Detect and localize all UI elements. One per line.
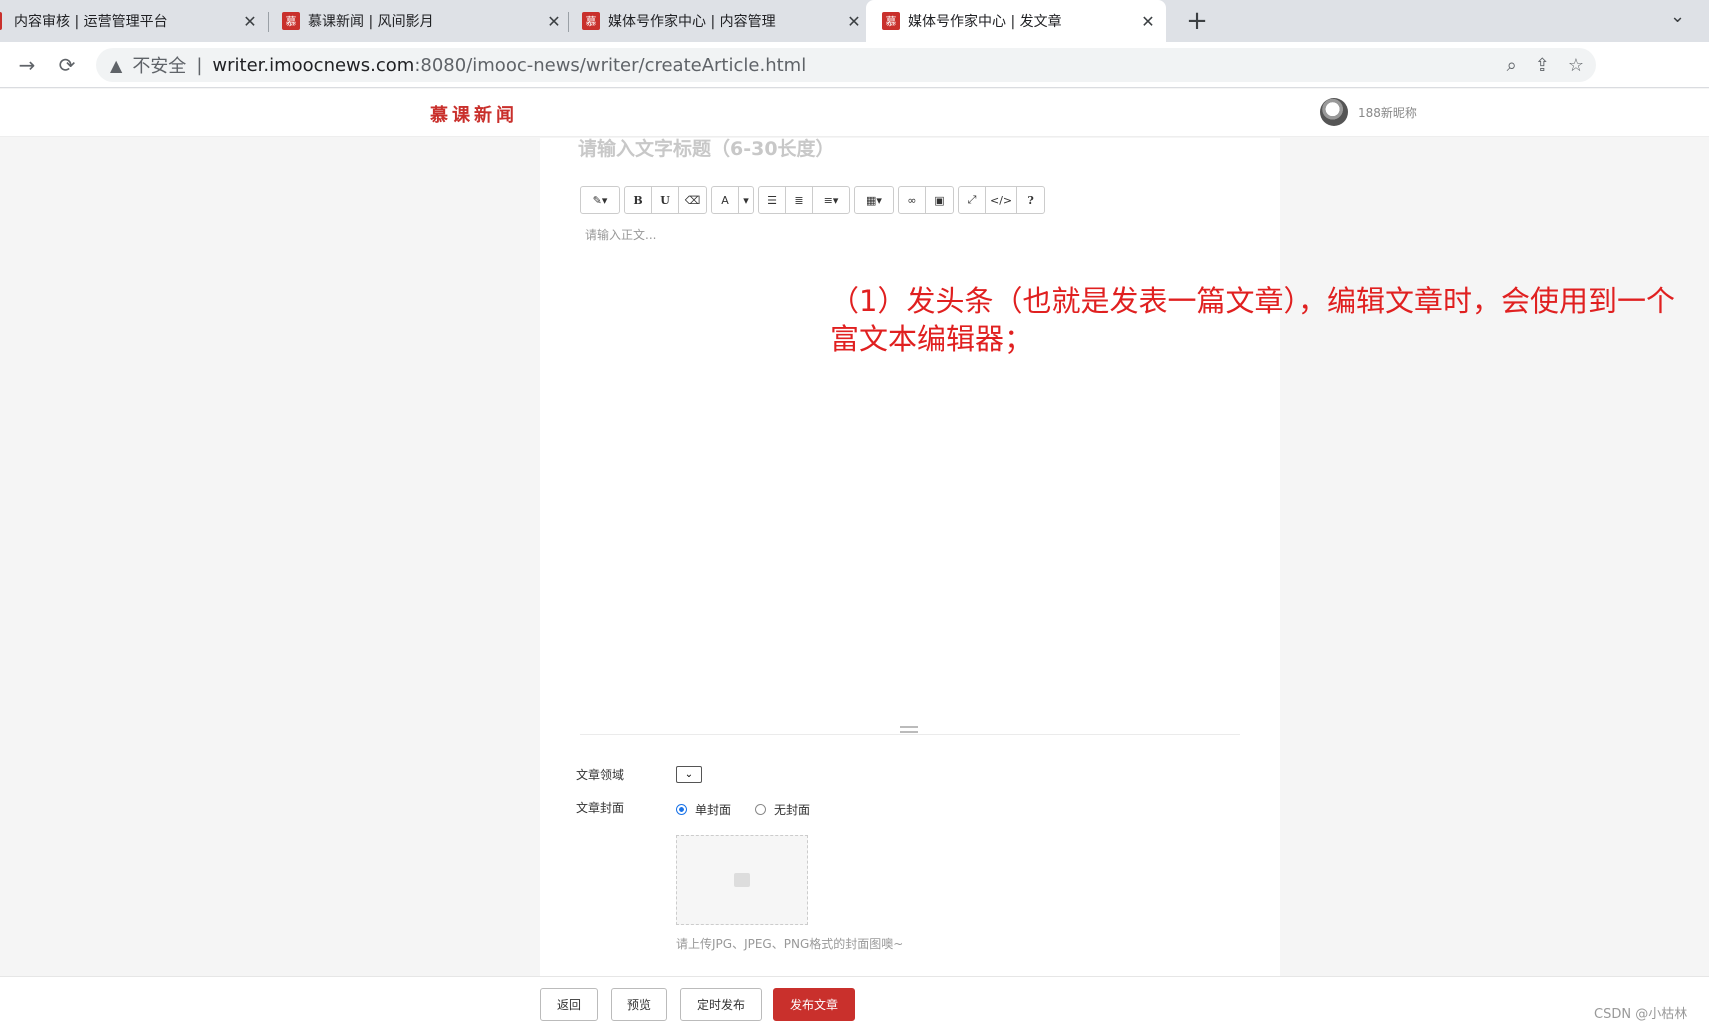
address-bar-actions: ⌕ ⇪ ☆ [1507,48,1596,82]
toolbar-group-font: B U ⌫ [624,186,707,214]
help-button[interactable]: ? [1017,187,1044,213]
tab-separator [268,12,269,32]
color-dropdown-icon[interactable]: ▾ [739,187,753,213]
cover-upload-box[interactable] [676,835,808,925]
tab-separator [568,12,569,32]
tab-favicon: 慕 [282,12,300,30]
link-icon[interactable]: ∞ [899,187,926,213]
editor-panel: 请输入文字标题（6-30长度） ✎▾ B U ⌫ A ▾ ☰ ≣ ≡▾ ▦▾ ∞… [540,138,1280,976]
tab-favicon: 慕 [882,12,900,30]
security-label: 不安全 [132,56,187,77]
cover-label: 文章封面 [576,801,625,815]
tab-favicon [0,12,2,30]
browser-tab-strip: 内容审核 | 运营管理平台 ✕ 慕 慕课新闻 | 风间影月 ✕ 慕 媒体号作家中… [0,0,1709,42]
tab-create-article[interactable]: 慕 媒体号作家中心 | 发文章 ✕ [866,0,1166,42]
annotation-text: （1）发头条（也就是发表一篇文章），编辑文章时，会使用到一个富文本编辑器； [830,284,1675,356]
radio-label: 单封面 [695,803,732,817]
toolbar-group-style: ✎▾ [580,186,620,214]
body-editor[interactable]: 请输入正文... [585,226,656,243]
new-tab-icon[interactable]: + [1182,6,1212,36]
toolbar-group-insert: ∞ ▣ [898,186,954,214]
code-view-button[interactable]: </> [986,187,1018,213]
close-icon[interactable]: ✕ [240,12,260,31]
schedule-publish-button[interactable]: 定时发布 [680,988,762,1021]
preview-button[interactable]: 预览 [611,988,667,1021]
upload-hint: 请上传JPG、JPEG、PNG格式的封面图噢~ [676,937,904,951]
url-host: writer.imoocnews.com [212,54,415,76]
cover-single-radio[interactable]: 单封面 [676,801,731,818]
resize-handle-icon[interactable] [900,726,918,733]
image-icon[interactable]: ▣ [926,187,953,213]
toolbar-group-para: ☰ ≣ ≡▾ [758,186,850,214]
ordered-list-icon[interactable]: ≣ [786,187,813,213]
footer-bar: 返回 预览 定时发布 发布文章 [0,976,1709,1029]
tab-content-review[interactable]: 内容审核 | 运营管理平台 ✕ [0,0,260,42]
radio-checked-icon [676,804,687,815]
tab-title: 内容审核 | 运营管理平台 [14,14,168,30]
domain-label: 文章领域 [576,768,625,782]
bold-button[interactable]: B [625,187,652,213]
tab-title: 媒体号作家中心 | 发文章 [908,14,1062,30]
toolbar-group-color: A ▾ [711,186,754,214]
watermark: CSDN @小枯林 [1594,1007,1688,1022]
close-icon[interactable]: ✕ [544,12,564,31]
warning-icon: ▲ [110,55,123,75]
close-icon[interactable]: ✕ [844,12,864,31]
back-button[interactable]: 返回 [540,988,598,1021]
title-input[interactable]: 请输入文字标题（6-30长度） [578,134,835,161]
radio-label: 无封面 [774,803,811,817]
upload-icon [734,873,750,887]
chevron-down-icon: ⌄ [684,769,694,780]
site-header: 慕课新闻 188新昵称 [0,89,1709,137]
highlight-button[interactable]: A [712,187,739,213]
chevron-down-icon[interactable]: ⌄ [1670,6,1685,27]
publish-button[interactable]: 发布文章 [773,988,855,1021]
magic-style-icon[interactable]: ✎▾ [581,187,619,213]
table-icon[interactable]: ▦▾ [855,187,893,213]
browser-toolbar: → ⟳ ▲ 不安全 | writer.imoocnews.com:8080/im… [0,42,1709,88]
url-path: :8080/imooc-news/writer/createArticle.ht… [414,54,807,76]
user-menu[interactable]: 188新昵称 [1320,98,1417,126]
underline-button[interactable]: U [652,187,679,213]
highlight-label: A [721,193,729,207]
domain-select[interactable]: ⌄ [676,766,702,783]
avatar [1320,98,1348,126]
unordered-list-icon[interactable]: ☰ [759,187,786,213]
tab-title: 媒体号作家中心 | 内容管理 [608,14,776,30]
address-bar[interactable]: ▲ 不安全 | writer.imoocnews.com:8080/imooc-… [96,48,1596,82]
divider: | [196,54,203,76]
toolbar-group-view: ⤢ </> ? [958,186,1046,214]
close-icon[interactable]: ✕ [1138,12,1158,31]
star-icon[interactable]: ☆ [1568,55,1584,76]
align-icon[interactable]: ≡▾ [813,187,849,213]
eraser-icon[interactable]: ⌫ [679,187,706,213]
zoom-icon[interactable]: ⌕ [1507,55,1517,76]
fullscreen-icon[interactable]: ⤢ [959,187,986,213]
cover-none-radio[interactable]: 无封面 [755,801,810,818]
radio-unchecked-icon [755,804,766,815]
username: 188新昵称 [1358,105,1417,120]
rich-text-toolbar: ✎▾ B U ⌫ A ▾ ☰ ≣ ≡▾ ▦▾ ∞ ▣ ⤢ </> ? [580,186,1046,214]
share-icon[interactable]: ⇪ [1535,55,1550,76]
forward-icon[interactable]: → [12,50,42,80]
toolbar-group-table: ▦▾ [854,186,894,214]
tab-favicon: 慕 [582,12,600,30]
divider [580,734,1240,735]
tab-title: 慕课新闻 | 风间影月 [308,14,434,30]
tab-imooc-news[interactable]: 慕 慕课新闻 | 风间影月 ✕ [282,0,564,42]
site-logo[interactable]: 慕课新闻 [430,101,518,127]
reload-icon[interactable]: ⟳ [52,50,82,80]
tab-content-management[interactable]: 慕 媒体号作家中心 | 内容管理 ✕ [582,0,864,42]
